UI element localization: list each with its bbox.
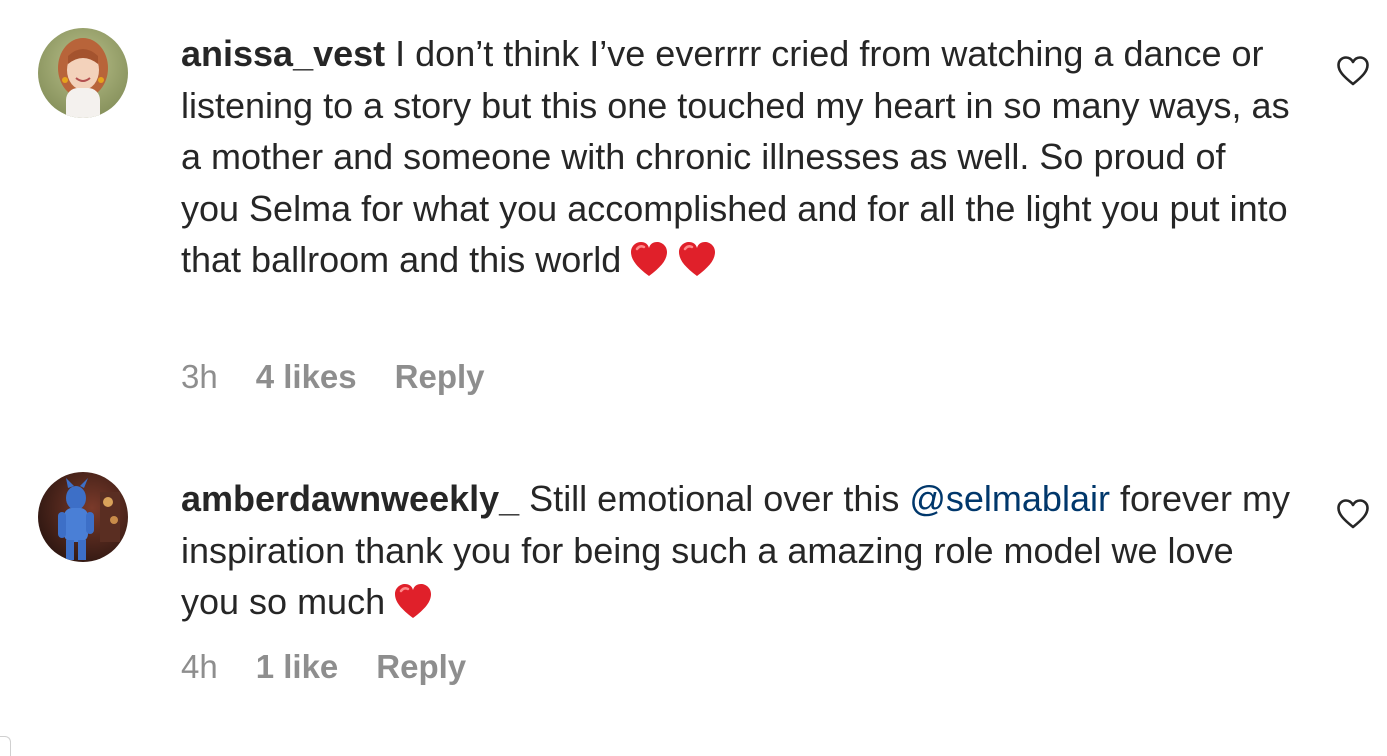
avatar[interactable] <box>38 472 128 562</box>
comment-username[interactable]: anissa_vest <box>181 33 385 74</box>
comment-username[interactable]: amberdawnweekly_ <box>181 478 519 519</box>
comments-list: anissa_vest I don’t think I’ve everrrr c… <box>0 0 1387 756</box>
comment-meta: 3h 4 likes Reply <box>181 358 485 396</box>
comment-body: amberdawnweekly_ Still emotional over th… <box>181 473 1291 628</box>
comment-item: anissa_vest I don’t think I’ve everrrr c… <box>0 0 1387 430</box>
comment-body: anissa_vest I don’t think I’ve everrrr c… <box>181 28 1291 286</box>
window-corner <box>0 736 11 756</box>
red-heart-emoji <box>631 242 668 276</box>
reply-button[interactable]: Reply <box>395 358 485 396</box>
heart-outline-icon[interactable] <box>1336 55 1370 87</box>
comment-time[interactable]: 4h <box>181 648 218 686</box>
heart-outline-icon[interactable] <box>1336 498 1370 530</box>
comment-text: Still emotional over this <box>519 478 910 519</box>
comment-time[interactable]: 3h <box>181 358 218 396</box>
avatar-image <box>38 28 128 118</box>
avatar-image <box>38 472 128 562</box>
reply-button[interactable]: Reply <box>376 648 466 686</box>
comment-item: amberdawnweekly_ Still emotional over th… <box>0 455 1387 755</box>
red-heart-emoji <box>679 242 716 276</box>
comment-likes[interactable]: 1 like <box>256 648 339 686</box>
avatar[interactable] <box>38 28 128 118</box>
mention-link[interactable]: @selmablair <box>909 478 1110 519</box>
comment-meta: 4h 1 like Reply <box>181 648 466 686</box>
red-heart-emoji <box>395 584 432 618</box>
comment-likes[interactable]: 4 likes <box>256 358 357 396</box>
